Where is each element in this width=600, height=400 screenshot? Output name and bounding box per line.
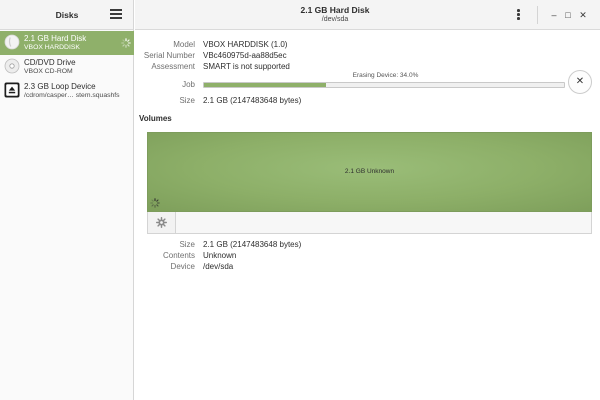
device-subtitle: /cdrom/casper… stem.squashfs bbox=[24, 92, 120, 99]
device-value: /dev/sda bbox=[203, 262, 234, 271]
contents-label: Contents bbox=[162, 251, 195, 260]
eject-icon bbox=[4, 82, 20, 98]
close-button[interactable]: ✕ bbox=[576, 8, 590, 22]
main-panel: 2.1 GB Hard Disk /dev/sda – □ ✕ Model VB… bbox=[135, 0, 600, 400]
job-progress-fill bbox=[204, 83, 327, 87]
serial-value: VBc460975d-aa88d5ec bbox=[203, 51, 287, 60]
gear-icon bbox=[156, 217, 167, 228]
sidebar: Disks 2.1 GB Hard Disk VBOX HARDDISK CD/… bbox=[0, 0, 134, 400]
volume-toolbar bbox=[147, 212, 592, 234]
optical-disc-icon bbox=[4, 58, 20, 74]
assessment-value: SMART is not supported bbox=[203, 62, 290, 71]
contents-value: Unknown bbox=[203, 251, 237, 260]
serial-label: Serial Number bbox=[143, 51, 195, 60]
header-separator bbox=[537, 6, 538, 24]
device-title: 2.3 GB Loop Device bbox=[24, 82, 96, 91]
volume-size-label: Size bbox=[179, 240, 195, 249]
sidebar-header: Disks bbox=[0, 0, 133, 30]
volumes-title: Volumes bbox=[139, 114, 172, 123]
size-label: Size bbox=[179, 96, 195, 105]
device-label: Device bbox=[170, 262, 195, 271]
volume-size-value: 2.1 GB (2147483648 bytes) bbox=[203, 240, 302, 249]
minimize-button[interactable]: – bbox=[547, 8, 561, 22]
device-item-loop-device[interactable]: 2.3 GB Loop Device /cdrom/casper… stem.s… bbox=[0, 79, 134, 103]
kebab-menu-icon[interactable] bbox=[517, 9, 521, 21]
partition-label: 2.1 GB Unknown bbox=[344, 168, 395, 175]
spinner-icon bbox=[150, 198, 160, 208]
maximize-button[interactable]: □ bbox=[561, 8, 575, 22]
job-label: Job bbox=[182, 80, 195, 89]
window-subtitle: /dev/sda bbox=[321, 16, 349, 23]
device-item-hard-disk[interactable]: 2.1 GB Hard Disk VBOX HARDDISK bbox=[0, 31, 134, 55]
job-progress-bar bbox=[203, 82, 565, 88]
device-item-cd-dvd-drive[interactable]: CD/DVD Drive VBOX CD-ROM bbox=[0, 55, 134, 79]
volume-options-button[interactable] bbox=[148, 212, 176, 233]
cancel-job-button[interactable]: ✕ bbox=[568, 70, 592, 94]
volume-partition[interactable]: 2.1 GB Unknown bbox=[147, 132, 592, 212]
device-title: 2.1 GB Hard Disk bbox=[24, 34, 87, 43]
device-title: CD/DVD Drive bbox=[24, 58, 76, 67]
hamburger-menu-icon[interactable] bbox=[110, 9, 122, 21]
job-progress-text: Erasing Device: 34.0% bbox=[352, 72, 419, 79]
spinner-icon bbox=[121, 38, 131, 48]
device-subtitle: VBOX HARDDISK bbox=[24, 44, 80, 51]
header-bar: 2.1 GB Hard Disk /dev/sda – □ ✕ bbox=[135, 0, 600, 30]
model-label: Model bbox=[173, 40, 195, 49]
hard-disk-icon bbox=[4, 34, 20, 50]
assessment-label: Assessment bbox=[151, 62, 195, 71]
model-value: VBOX HARDDISK (1.0) bbox=[203, 40, 288, 49]
device-subtitle: VBOX CD-ROM bbox=[24, 68, 73, 75]
size-value: 2.1 GB (2147483648 bytes) bbox=[203, 96, 302, 105]
window-title: 2.1 GB Hard Disk bbox=[300, 5, 370, 15]
